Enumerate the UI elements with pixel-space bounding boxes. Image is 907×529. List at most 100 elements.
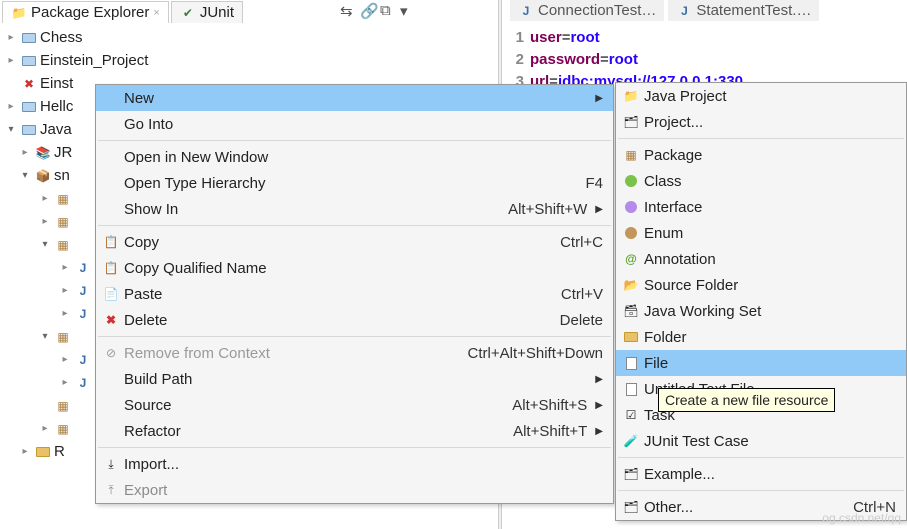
library-icon: 📚 [35, 145, 51, 161]
task-icon: ☑ [620, 407, 642, 423]
package-icon: ▦ [620, 147, 642, 163]
collapse-icon[interactable]: ⇆ [340, 2, 354, 16]
line-number: 1 [510, 29, 530, 46]
menu-copy[interactable]: 📋CopyCtrl+C [96, 229, 613, 255]
enum-icon [620, 225, 642, 241]
folder-icon [35, 444, 51, 460]
package-icon: ▦ [55, 398, 71, 414]
context-menu: New▶ Go Into Open in New Window Open Typ… [95, 84, 614, 504]
text-file-icon [620, 381, 642, 397]
tree-item-einstein-project[interactable]: Einstein_Project [0, 49, 498, 72]
submenu-enum[interactable]: Enum [616, 220, 906, 246]
example-icon: 🗂 [620, 466, 642, 482]
java-file-icon: J [75, 352, 91, 368]
menu-build-path[interactable]: Build Path▶ [96, 366, 613, 392]
link-icon[interactable]: 🔗 [360, 2, 374, 16]
submenu-source-folder[interactable]: 📂Source Folder [616, 272, 906, 298]
menu-separator [618, 138, 904, 139]
tree-label: sn [54, 167, 70, 184]
menu-separator [98, 336, 611, 337]
tree-label: R [54, 443, 65, 460]
menu-go-into[interactable]: Go Into [96, 111, 613, 137]
tree-label: JR [54, 144, 72, 161]
tree-label: Einstein_Project [40, 52, 148, 69]
project-icon [21, 30, 37, 46]
menu-separator [98, 140, 611, 141]
close-icon[interactable]: × [153, 7, 159, 19]
menu-show-in[interactable]: Show InAlt+Shift+W▶ [96, 196, 613, 222]
submenu-folder[interactable]: Folder [616, 324, 906, 350]
tab-package-explorer[interactable]: 📁 Package Explorer × [2, 1, 169, 23]
class-icon [620, 173, 642, 189]
folder-icon [620, 329, 642, 345]
submenu-project[interactable]: 🗂Project... [616, 109, 906, 135]
remove-context-icon: ⊘ [100, 345, 122, 361]
tooltip: Create a new file resource [658, 388, 835, 412]
java-project-icon: 📁 [620, 88, 642, 104]
submenu-arrow-icon: ▶ [595, 426, 609, 437]
project-icon: 🗂 [620, 114, 642, 130]
java-file-icon: J [75, 375, 91, 391]
paste-icon: 📄 [100, 286, 122, 302]
submenu-junit-test-case[interactable]: 🧪JUnit Test Case [616, 428, 906, 454]
submenu-arrow-icon: ▶ [595, 400, 609, 411]
submenu-annotation[interactable]: @Annotation [616, 246, 906, 272]
tree-item-chess[interactable]: Chess [0, 26, 498, 49]
export-icon: ⤒ [100, 482, 122, 498]
menu-copy-qualified[interactable]: 📋Copy Qualified Name [96, 255, 613, 281]
menu-open-type-hierarchy[interactable]: Open Type HierarchyF4 [96, 170, 613, 196]
menu-separator [98, 447, 611, 448]
interface-icon [620, 199, 642, 215]
editor-tab-connection-test[interactable]: J ConnectionTest… [510, 0, 664, 21]
copy-qualified-icon: 📋 [100, 260, 122, 276]
package-explorer-icon: 📁 [11, 5, 27, 21]
menu-new[interactable]: New▶ [96, 85, 613, 111]
menu-separator [618, 457, 904, 458]
menu-export[interactable]: ⤒Export [96, 477, 613, 503]
source-folder-icon: 📂 [620, 277, 642, 293]
project-icon [21, 99, 37, 115]
tree-label: Hellc [40, 98, 73, 115]
tree-label: Chess [40, 29, 83, 46]
junit-icon: 🧪 [620, 433, 642, 449]
menu-separator [98, 225, 611, 226]
submenu-package[interactable]: ▦Package [616, 142, 906, 168]
menu-source[interactable]: SourceAlt+Shift+S▶ [96, 392, 613, 418]
tab-label: JUnit [200, 4, 234, 21]
delete-icon: ✖ [100, 312, 122, 328]
copy-icon: 📋 [100, 234, 122, 250]
java-file-icon: J [676, 3, 692, 19]
submenu-java-working-set[interactable]: 🗃Java Working Set [616, 298, 906, 324]
menu-delete[interactable]: ✖DeleteDelete [96, 307, 613, 333]
editor-tab-statement-test[interactable]: J StatementTest.… [668, 0, 819, 21]
package-icon: ▦ [55, 214, 71, 230]
package-icon: ▦ [55, 237, 71, 253]
watermark: og.csdn.net/qq [822, 511, 901, 525]
menu-separator [618, 490, 904, 491]
working-set-icon: 🗃 [620, 303, 642, 319]
menu-import[interactable]: ⤓Import... [96, 451, 613, 477]
focus-icon[interactable]: ⧉ [380, 2, 394, 16]
menu-icon[interactable]: ▾ [400, 2, 414, 16]
submenu-arrow-icon: ▶ [595, 374, 609, 385]
tree-label: Einst [40, 75, 73, 92]
java-file-icon: J [75, 306, 91, 322]
menu-refactor[interactable]: RefactorAlt+Shift+T▶ [96, 418, 613, 444]
submenu-file[interactable]: File [616, 350, 906, 376]
menu-open-new-window[interactable]: Open in New Window [96, 144, 613, 170]
submenu-example[interactable]: 🗂Example... [616, 461, 906, 487]
project-closed-icon: ✖ [21, 76, 37, 92]
submenu-interface[interactable]: Interface [616, 194, 906, 220]
tree-label: Java [40, 121, 72, 138]
menu-remove-context: ⊘Remove from ContextCtrl+Alt+Shift+Down [96, 340, 613, 366]
menu-paste[interactable]: 📄PasteCtrl+V [96, 281, 613, 307]
submenu-java-project[interactable]: 📁Java Project [616, 83, 906, 109]
editor-tab-label: StatementTest.… [696, 2, 811, 19]
other-icon: 🗂 [620, 499, 642, 515]
java-file-icon: J [75, 283, 91, 299]
package-icon: ▦ [55, 191, 71, 207]
submenu-class[interactable]: Class [616, 168, 906, 194]
tab-label: Package Explorer [31, 4, 149, 21]
submenu-arrow-icon: ▶ [595, 204, 609, 215]
tab-junit[interactable]: ✔ JUnit [171, 1, 243, 23]
